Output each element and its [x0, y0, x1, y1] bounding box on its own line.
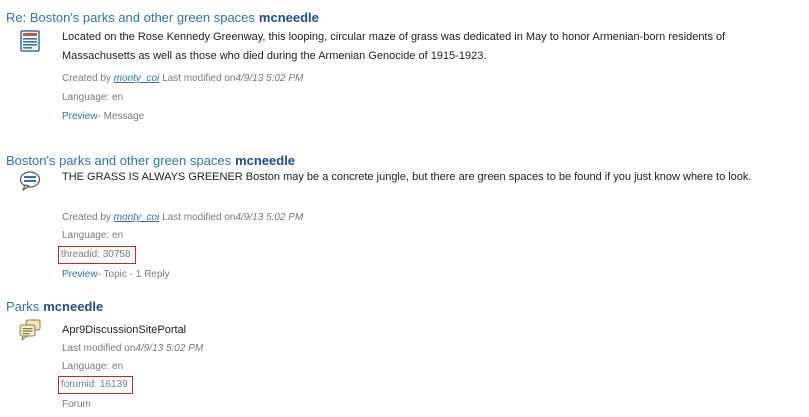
result-title: Re: Boston's parks and other green space… [6, 10, 319, 26]
modified-date: 4/9/13 5:02 PM [235, 212, 304, 223]
modified-date: 4/9/13 5:02 PM [135, 343, 204, 354]
result-type: - Topic - 1 Reply [97, 269, 170, 280]
result-type: - Message [97, 111, 145, 122]
forum-id-highlight: forumid: 16139 [58, 376, 133, 394]
topic-speech-bubble-icon [19, 171, 41, 191]
query-term: mcneedle [43, 299, 104, 314]
created-line: Created by monty_coi Last modified on4/9… [62, 72, 303, 85]
last-modified-label: Last modified on [162, 212, 236, 223]
language-line: Language: en [62, 92, 124, 103]
result-title-link[interactable]: Parks [6, 299, 39, 314]
last-modified-label: Last modified on [162, 73, 236, 84]
query-term: mcneedle [235, 153, 296, 168]
preview-link[interactable]: Preview [62, 111, 98, 122]
modified-line: Last modified on4/9/13 5:02 PM [62, 342, 203, 355]
result-title: Parks mcneedle [6, 299, 103, 315]
result-title: Boston's parks and other green spaces mcn… [6, 153, 295, 169]
created-by-label: Created by [62, 212, 111, 223]
query-term: mcneedle [258, 10, 319, 25]
modified-date: 4/9/13 5:02 PM [235, 73, 304, 84]
result-snippet: THE GRASS IS ALWAYS GREENER Boston may b… [62, 171, 752, 183]
author-link[interactable]: monty_coi [114, 73, 160, 84]
preview-link[interactable]: Preview [62, 269, 98, 280]
result-title-link[interactable]: Re: Boston's parks and other green space… [6, 10, 255, 25]
created-line: Created by monty_coi Last modified on4/9… [62, 211, 303, 224]
preview-line: Preview- Topic - 1 Reply [62, 268, 170, 281]
last-modified-label: Last modified on [62, 343, 136, 354]
result-snippet: Apr9DiscussionSitePortal [62, 324, 187, 336]
preview-line: Preview- Message [62, 110, 144, 123]
created-by-label: Created by [62, 73, 111, 84]
language-line: Language: en [62, 361, 124, 372]
result-type: Forum [62, 399, 91, 410]
result-title-link[interactable]: Boston's parks and other green spaces [6, 153, 231, 168]
message-icon [20, 30, 40, 52]
language-line: Language: en [62, 230, 124, 241]
author-link[interactable]: monty_coi [114, 212, 160, 223]
thread-id-highlight: threadid: 30758 [58, 246, 136, 264]
forum-speech-bubbles-icon [19, 319, 41, 341]
result-snippet: Located on the Rose Kennedy Greenway, th… [62, 31, 726, 62]
